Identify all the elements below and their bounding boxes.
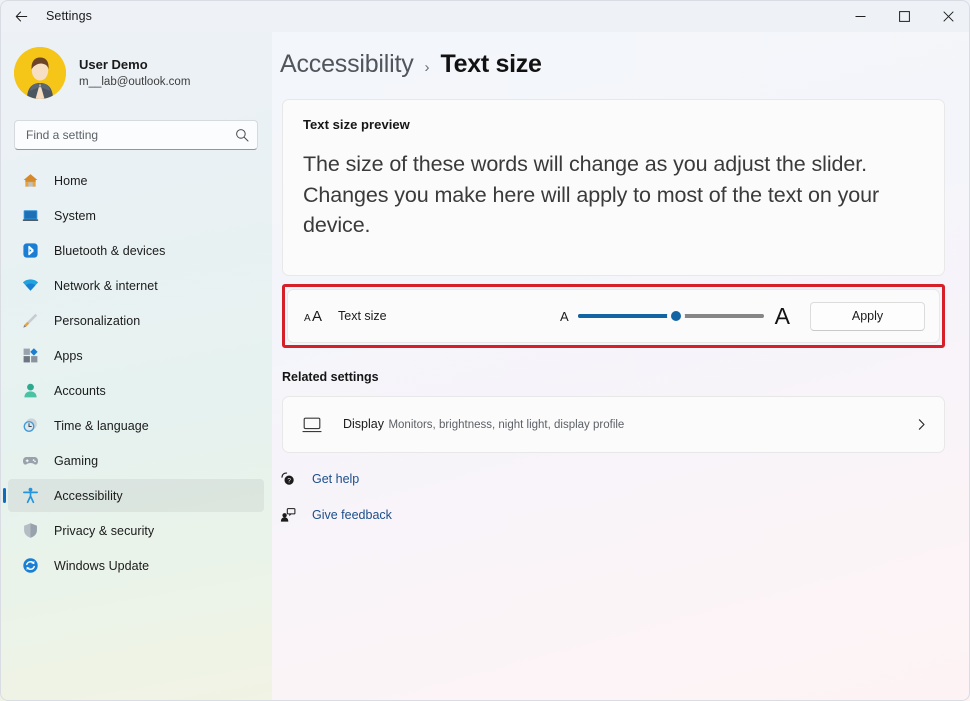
sidebar-item-accessibility[interactable]: Accessibility bbox=[8, 479, 264, 512]
profile-email: m__lab@outlook.com bbox=[79, 74, 190, 90]
sidebar-item-network-internet[interactable]: Network & internet bbox=[8, 269, 264, 302]
sidebar-item-label: Personalization bbox=[54, 314, 140, 328]
breadcrumb: Accessibility › Text size bbox=[280, 50, 970, 79]
chevron-right-icon: › bbox=[425, 59, 430, 76]
maximize-icon bbox=[899, 11, 910, 22]
apply-button[interactable]: Apply bbox=[810, 302, 925, 331]
brush-icon bbox=[21, 312, 39, 330]
minimize-icon bbox=[855, 11, 866, 22]
avatar bbox=[14, 47, 66, 99]
gamepad-icon bbox=[21, 452, 39, 470]
text-size-row: A A Text size A A Apply bbox=[287, 289, 940, 343]
title-bar: Settings bbox=[0, 0, 970, 32]
display-subtitle: Monitors, brightness, night light, displ… bbox=[388, 419, 624, 431]
sidebar: User Demo m__lab@outlook.com bbox=[0, 32, 272, 701]
text-size-icon: A A bbox=[302, 307, 330, 325]
slider-min-label: A bbox=[560, 309, 569, 324]
profile-text: User Demo m__lab@outlook.com bbox=[79, 56, 190, 91]
sidebar-item-label: Privacy & security bbox=[54, 524, 154, 538]
text-size-highlight-box: A A Text size A A Apply bbox=[282, 284, 945, 348]
sidebar-item-label: Windows Update bbox=[54, 559, 149, 573]
sidebar-item-accounts[interactable]: Accounts bbox=[8, 374, 264, 407]
feedback-icon bbox=[278, 507, 298, 523]
sidebar-item-label: Apps bbox=[54, 349, 83, 363]
preview-card-title: Text size preview bbox=[303, 117, 924, 132]
monitor-icon bbox=[300, 415, 326, 435]
text-size-preview-card: Text size preview The size of these word… bbox=[282, 99, 945, 276]
maximize-button[interactable] bbox=[882, 0, 926, 32]
settings-window: Settings bbox=[0, 0, 970, 701]
profile-name: User Demo bbox=[79, 56, 190, 74]
accessibility-icon bbox=[21, 487, 39, 505]
chevron-right-icon bbox=[915, 418, 928, 431]
search-box[interactable] bbox=[14, 120, 258, 150]
sidebar-item-label: Time & language bbox=[54, 419, 149, 433]
preview-card-body: The size of these words will change as y… bbox=[303, 149, 924, 241]
text-size-slider[interactable] bbox=[578, 307, 764, 325]
back-button[interactable] bbox=[0, 0, 42, 32]
close-icon bbox=[943, 11, 954, 22]
give-feedback-label: Give feedback bbox=[312, 508, 392, 522]
sidebar-item-label: Accounts bbox=[54, 384, 106, 398]
sidebar-item-privacy-security[interactable]: Privacy & security bbox=[8, 514, 264, 547]
display-text-block: Display Monitors, brightness, night ligh… bbox=[343, 415, 624, 434]
sidebar-item-label: System bbox=[54, 209, 96, 223]
sidebar-nav: Home System bbox=[0, 164, 272, 582]
related-settings-title: Related settings bbox=[282, 370, 970, 384]
sidebar-item-time-language[interactable]: Time & language bbox=[8, 409, 264, 442]
sidebar-item-home[interactable]: Home bbox=[8, 164, 264, 197]
text-size-slider-group: A A bbox=[560, 305, 790, 328]
arrow-left-icon bbox=[14, 9, 29, 24]
give-feedback-link[interactable]: Give feedback bbox=[278, 505, 970, 525]
slider-thumb[interactable] bbox=[667, 307, 685, 325]
get-help-label: Get help bbox=[312, 472, 359, 486]
shield-icon bbox=[21, 522, 39, 540]
search-input[interactable] bbox=[26, 128, 235, 142]
bluetooth-icon bbox=[21, 242, 39, 260]
main-content: Accessibility › Text size Text size prev… bbox=[272, 32, 970, 701]
slider-max-label: A bbox=[775, 305, 790, 328]
svg-text:A: A bbox=[304, 313, 311, 324]
svg-text:?: ? bbox=[287, 478, 291, 485]
sidebar-item-gaming[interactable]: Gaming bbox=[8, 444, 264, 477]
page-title: Text size bbox=[441, 50, 542, 79]
selection-pill bbox=[3, 488, 6, 503]
sidebar-item-label: Home bbox=[54, 174, 88, 188]
get-help-link[interactable]: ? Get help bbox=[278, 469, 970, 489]
sidebar-item-label: Bluetooth & devices bbox=[54, 244, 165, 258]
system-icon bbox=[21, 207, 39, 225]
sidebar-item-label: Network & internet bbox=[54, 279, 158, 293]
svg-text:A: A bbox=[312, 308, 322, 325]
related-setting-display[interactable]: Display Monitors, brightness, night ligh… bbox=[282, 396, 945, 453]
sidebar-item-personalization[interactable]: Personalization bbox=[8, 304, 264, 337]
sidebar-item-windows-update[interactable]: Windows Update bbox=[8, 549, 264, 582]
sidebar-item-label: Gaming bbox=[54, 454, 98, 468]
app-title: Settings bbox=[46, 9, 92, 23]
sidebar-item-apps[interactable]: Apps bbox=[8, 339, 264, 372]
home-icon bbox=[21, 172, 39, 190]
display-title: Display bbox=[343, 417, 384, 431]
apps-icon bbox=[21, 347, 39, 365]
help-icon: ? bbox=[278, 471, 298, 487]
clock-icon bbox=[21, 417, 39, 435]
update-icon bbox=[21, 557, 39, 575]
accounts-icon bbox=[21, 382, 39, 400]
close-button[interactable] bbox=[926, 0, 970, 32]
network-icon bbox=[21, 277, 39, 295]
slider-track-fill bbox=[578, 314, 677, 318]
search-icon bbox=[235, 128, 249, 142]
sidebar-item-label: Accessibility bbox=[54, 489, 123, 503]
sidebar-item-system[interactable]: System bbox=[8, 199, 264, 232]
profile-block[interactable]: User Demo m__lab@outlook.com bbox=[14, 45, 272, 101]
breadcrumb-parent[interactable]: Accessibility bbox=[280, 50, 414, 79]
sidebar-item-bluetooth-devices[interactable]: Bluetooth & devices bbox=[8, 234, 264, 267]
text-size-label: Text size bbox=[338, 309, 387, 323]
minimize-button[interactable] bbox=[838, 0, 882, 32]
